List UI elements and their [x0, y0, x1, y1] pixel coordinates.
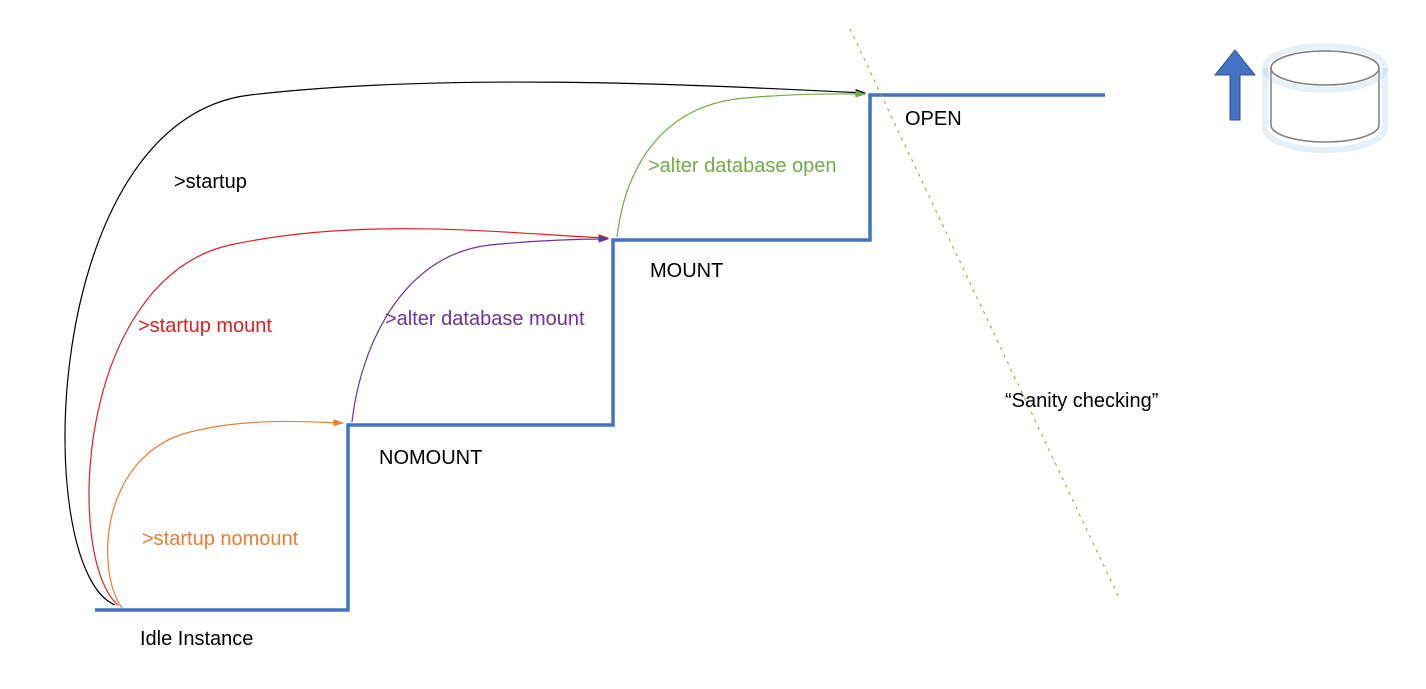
- idle-state-label: Idle Instance: [140, 628, 253, 651]
- up-arrow-icon: [1215, 50, 1255, 120]
- startup-mount-label: >startup mount: [138, 315, 272, 338]
- sanity-checking-label: “Sanity checking”: [1005, 390, 1158, 413]
- nomount-state-label: NOMOUNT: [379, 447, 482, 470]
- mount-state-label: MOUNT: [650, 260, 723, 283]
- alter-mount-label: >alter database mount: [385, 308, 585, 331]
- diagram-canvas: [0, 0, 1426, 689]
- open-state-label: OPEN: [905, 108, 962, 131]
- startup-nomount-label: >startup nomount: [142, 528, 298, 551]
- sanity-checking-line: [850, 29, 1120, 600]
- alter-open-label: >alter database open: [648, 155, 837, 178]
- database-cylinder-icon: [1265, 46, 1385, 150]
- startup-nomount-curve: [108, 421, 343, 608]
- startup-label: >startup: [174, 171, 247, 194]
